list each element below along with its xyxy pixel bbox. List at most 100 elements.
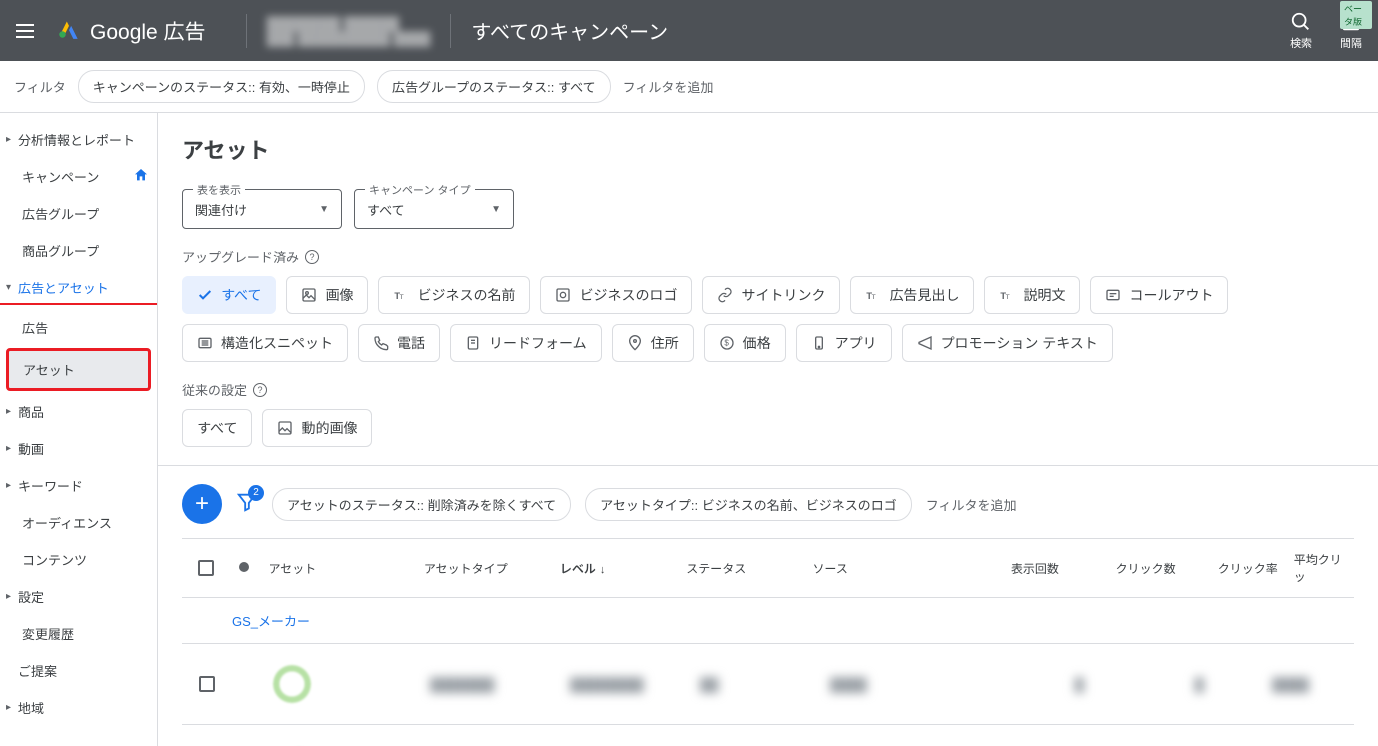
- asset-chip-sitelink[interactable]: サイトリンク: [702, 276, 840, 314]
- asset-chip-promotion[interactable]: プロモーション テキスト: [902, 324, 1113, 362]
- column-header-clicks[interactable]: クリック数: [1067, 560, 1184, 577]
- filter-chip-campaign-status[interactable]: キャンペーンのステータス:: 有効、一時停止: [78, 70, 365, 103]
- sidebar-item-recommendations[interactable]: ご提案: [0, 652, 157, 689]
- table-group-row: GS_メーカー: [182, 598, 1354, 644]
- campaign-type-select[interactable]: キャンペーン タイプ すべて▼: [354, 189, 514, 229]
- asset-chip-callout[interactable]: コールアウト: [1090, 276, 1228, 314]
- caret-icon: ▾: [6, 282, 11, 293]
- add-asset-fab[interactable]: +: [182, 484, 222, 524]
- cell-source: ████: [822, 677, 972, 692]
- google-ads-logo-icon: [56, 15, 82, 46]
- asset-chip-all[interactable]: すべて: [182, 276, 276, 314]
- svg-text:T: T: [400, 294, 404, 301]
- status-filter-chip[interactable]: アセットのステータス:: 削除済みを除くすべて: [272, 488, 571, 521]
- account-info-blurred: ████████ █████████ ██████████ ████: [267, 16, 431, 46]
- sort-down-icon: ↓: [600, 564, 606, 576]
- filter-bar: フィルタ キャンペーンのステータス:: 有効、一時停止 広告グループのステータス…: [0, 61, 1378, 113]
- sidebar-item-ads[interactable]: 広告: [0, 309, 157, 346]
- sidebar-item-products[interactable]: ▸商品: [0, 393, 157, 430]
- table-header-row: アセット アセットタイプ レベル↓ ステータス ソース 表示回数 クリック数 ク…: [182, 539, 1354, 598]
- cell-level: ████████: [562, 677, 692, 692]
- sidebar-item-content[interactable]: コンテンツ: [0, 541, 157, 578]
- asset-chip-lead-form[interactable]: リードフォーム: [450, 324, 602, 362]
- legacy-chips-row: すべて 動的画像: [182, 409, 1354, 447]
- asset-thumbnail: [270, 662, 314, 706]
- asset-chip-headline[interactable]: TT広告見出し: [850, 276, 974, 314]
- column-header-level[interactable]: レベル↓: [552, 560, 678, 577]
- filter-funnel-button[interactable]: 2: [236, 491, 258, 518]
- column-header-source[interactable]: ソース: [805, 560, 951, 577]
- add-filter-link[interactable]: フィルタを追加: [623, 77, 714, 96]
- main-content: アセット 表を表示 関連付け▼ キャンペーン タイプ すべて▼ アップグレード済…: [158, 113, 1378, 746]
- sidebar-item-settings[interactable]: ▸設定: [0, 578, 157, 615]
- sidebar-item-ads-assets[interactable]: ▾広告とアセット: [0, 269, 157, 305]
- type-filter-chip[interactable]: アセットタイプ:: ビジネスの名前、ビジネスのロゴ: [585, 488, 912, 521]
- campaign-group-link[interactable]: GS_メーカー: [232, 614, 310, 629]
- svg-text:T: T: [872, 294, 876, 301]
- filter-chip-adgroup-status[interactable]: 広告グループのステータス:: すべて: [377, 70, 611, 103]
- caret-icon: ▸: [6, 406, 11, 417]
- column-header-cpc[interactable]: 平均クリッ: [1286, 551, 1354, 585]
- hamburger-menu-icon[interactable]: [16, 19, 40, 43]
- sidebar-item-change-history[interactable]: 変更履歴: [0, 615, 157, 652]
- interval-label: 間隔: [1340, 35, 1362, 51]
- asset-chip-business-logo[interactable]: ビジネスのロゴ: [540, 276, 692, 314]
- search-label: 検索: [1290, 35, 1312, 51]
- sidebar-item-adgroups[interactable]: 広告グループ: [0, 195, 157, 232]
- caret-icon: ▸: [6, 134, 11, 145]
- legacy-chip-dynamic-image[interactable]: 動的画像: [262, 409, 372, 447]
- help-icon[interactable]: ?: [305, 250, 319, 264]
- caret-icon: ▸: [6, 702, 11, 713]
- campaign-scope: すべてのキャンペーン: [471, 16, 668, 45]
- svg-text:$: $: [724, 339, 729, 348]
- beta-badge: ベータ版: [1340, 1, 1372, 29]
- upgraded-chips-row: すべて 画像 TTビジネスの名前 ビジネスのロゴ サイトリンク TT広告見出し …: [182, 276, 1354, 362]
- column-header-status[interactable]: ステータス: [678, 560, 804, 577]
- column-header-type[interactable]: アセットタイプ: [416, 560, 552, 577]
- cell-type: ███████: [422, 677, 562, 692]
- cell-status: ██: [692, 677, 822, 692]
- home-icon: [133, 167, 149, 186]
- sidebar-item-locations[interactable]: ▸地域: [0, 689, 157, 726]
- asset-chip-business-name[interactable]: TTビジネスの名前: [378, 276, 530, 314]
- caret-icon: ▸: [6, 480, 11, 491]
- asset-chip-call[interactable]: 電話: [358, 324, 440, 362]
- column-header-asset[interactable]: アセット: [260, 560, 415, 577]
- sidebar-item-keywords[interactable]: ▸キーワード: [0, 467, 157, 504]
- interval-button[interactable]: ベータ版 間隔: [1340, 11, 1362, 51]
- app-title: Google 広告: [90, 16, 206, 46]
- chevron-down-icon: ▼: [319, 204, 329, 215]
- add-table-filter-link[interactable]: フィルタを追加: [926, 495, 1017, 514]
- cell-impressions: █: [972, 677, 1092, 692]
- asset-chip-structured-snippet[interactable]: 構造化スニペット: [182, 324, 348, 362]
- asset-chip-price[interactable]: $価格: [704, 324, 786, 362]
- legacy-section-label: 従来の設定?: [182, 380, 1354, 399]
- row-checkbox[interactable]: [199, 676, 215, 692]
- sidebar-item-assets[interactable]: アセット: [6, 348, 151, 391]
- sidebar-item-campaigns[interactable]: キャンペーン: [0, 158, 157, 195]
- search-button[interactable]: 検索: [1290, 11, 1312, 51]
- asset-chip-location[interactable]: 住所: [612, 324, 694, 362]
- table-view-select[interactable]: 表を表示 関連付け▼: [182, 189, 342, 229]
- page-title: アセット: [182, 133, 1354, 165]
- column-header-impressions[interactable]: 表示回数: [950, 560, 1067, 577]
- assets-table: アセット アセットタイプ レベル↓ ステータス ソース 表示回数 クリック数 ク…: [182, 538, 1354, 746]
- filter-label: フィルタ: [14, 77, 66, 96]
- select-all-checkbox[interactable]: [198, 560, 214, 576]
- asset-chip-description[interactable]: TT説明文: [984, 276, 1080, 314]
- table-row: ███████ ████████ ██ ████ █ █ ████: [182, 644, 1354, 725]
- upgraded-section-label: アップグレード済み?: [182, 247, 1354, 266]
- asset-chip-app[interactable]: アプリ: [796, 324, 892, 362]
- table-row: ███████ ████████ ██ ███ ████ ████ ████: [182, 725, 1354, 746]
- sidebar: ▸分析情報とレポート キャンペーン 広告グループ 商品グループ ▾広告とアセット…: [0, 113, 158, 746]
- sidebar-item-insights[interactable]: ▸分析情報とレポート: [0, 121, 157, 158]
- asset-chip-image[interactable]: 画像: [286, 276, 368, 314]
- help-icon[interactable]: ?: [253, 383, 267, 397]
- caret-icon: ▸: [6, 443, 11, 454]
- app-header: Google 広告 ████████ █████████ ██████████ …: [0, 0, 1378, 61]
- legacy-chip-all[interactable]: すべて: [182, 409, 252, 447]
- sidebar-item-videos[interactable]: ▸動画: [0, 430, 157, 467]
- column-header-ctr[interactable]: クリック率: [1184, 560, 1286, 577]
- sidebar-item-audiences[interactable]: オーディエンス: [0, 504, 157, 541]
- sidebar-item-product-groups[interactable]: 商品グループ: [0, 232, 157, 269]
